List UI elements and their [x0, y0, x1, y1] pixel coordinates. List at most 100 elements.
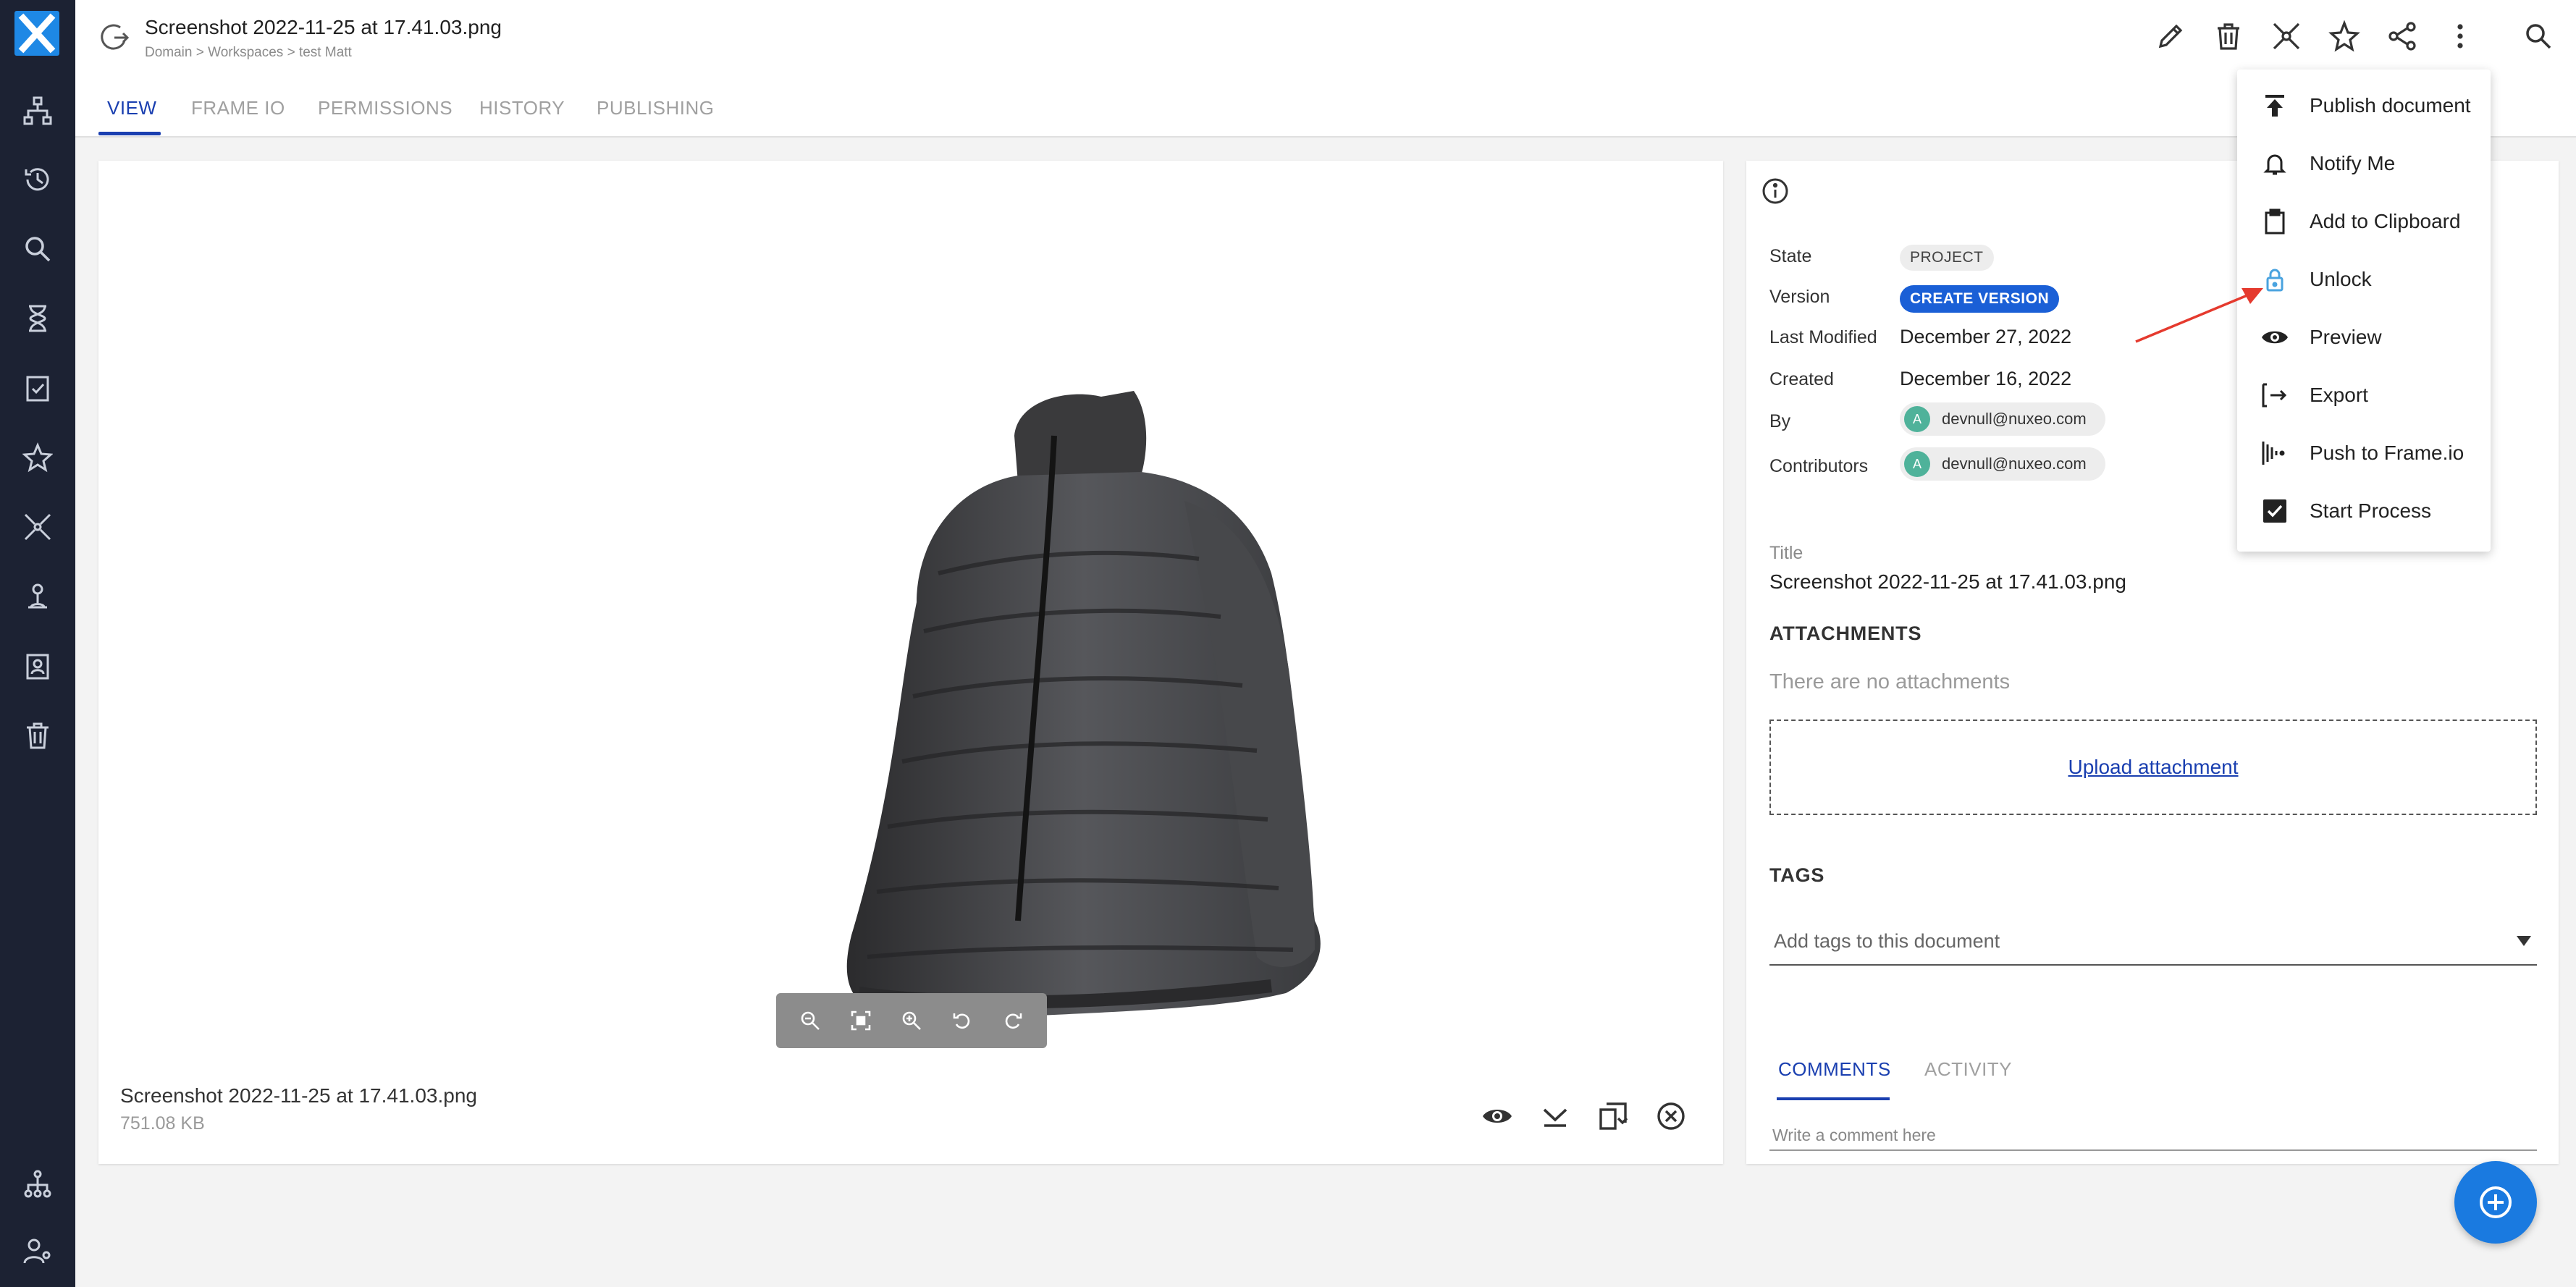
rotate-right-icon[interactable]	[996, 1003, 1030, 1038]
file-size: 751.08 KB	[120, 1113, 205, 1134]
favorite-star-icon[interactable]	[2324, 16, 2365, 56]
menu-item-label: Unlock	[2310, 268, 2372, 290]
add-circle-icon	[2480, 1186, 2512, 1218]
create-version-button[interactable]: CREATE VERSION	[1900, 285, 2060, 313]
tasks-icon[interactable]	[19, 369, 56, 407]
menu-item-export[interactable]: Export	[2237, 366, 2491, 424]
upload-attachment-link[interactable]: Upload attachment	[2068, 756, 2238, 779]
image-preview[interactable]	[678, 356, 1373, 1066]
collections-icon[interactable]	[19, 508, 56, 546]
preview-card: Screenshot 2022-11-25 at 17.41.03.png 75…	[98, 161, 1723, 1164]
contributor-chip[interactable]: A devnull@nuxeo.com	[1900, 447, 2105, 481]
add-to-collection-icon[interactable]	[2266, 16, 2307, 56]
attachments-heading: ATTACHMENTS	[1769, 623, 1922, 644]
document-header: Screenshot 2022-11-25 at 17.41.03.png Do…	[75, 0, 2576, 71]
created-value: December 16, 2022	[1900, 368, 2072, 389]
document-type-icon	[98, 22, 132, 52]
menu-item-notify-me[interactable]: Notify Me	[2237, 135, 2491, 193]
export-icon	[2260, 381, 2289, 410]
menu-item-label: Notify Me	[2310, 152, 2396, 174]
lock-icon	[2260, 265, 2289, 294]
history-icon[interactable]	[19, 161, 56, 198]
menu-item-add-to-clipboard[interactable]: Add to Clipboard	[2237, 193, 2491, 250]
contributors-label: Contributors	[1769, 456, 1869, 476]
active-tab-indicator	[98, 132, 161, 135]
created-label: Created	[1769, 369, 1834, 389]
dropdown-arrow-icon	[2517, 936, 2531, 946]
eye-icon	[2260, 323, 2289, 352]
menu-item-label: Push to Frame.io	[2310, 442, 2465, 464]
fit-screen-icon[interactable]	[843, 1003, 878, 1038]
rotate-left-icon[interactable]	[945, 1003, 980, 1038]
menu-item-publish-document[interactable]: Publish document	[2237, 77, 2491, 135]
clipboard-icon	[2260, 207, 2289, 236]
frameio-icon	[2260, 439, 2289, 468]
left-nav-rail	[0, 0, 75, 1287]
menu-item-unlock[interactable]: Unlock	[2237, 250, 2491, 308]
attachment-dropzone[interactable]: Upload attachment	[1769, 720, 2537, 815]
comment-input[interactable]: Write a comment here	[1769, 1121, 2537, 1151]
avatar: A	[1904, 451, 1930, 477]
user-settings-icon[interactable]	[19, 1232, 56, 1270]
document-tabs: VIEW FRAME IO PERMISSIONS HISTORY PUBLIS…	[75, 71, 2576, 138]
menu-item-start-process[interactable]: Start Process	[2237, 482, 2491, 540]
title-label: Title	[1769, 543, 1803, 563]
tab-frame-io[interactable]: FRAME IO	[191, 97, 285, 119]
download-icon[interactable]	[1533, 1094, 1577, 1138]
tags-heading: TAGS	[1769, 864, 1825, 886]
remove-file-icon[interactable]	[1649, 1094, 1693, 1138]
tab-activity[interactable]: ACTIVITY	[1924, 1058, 2012, 1081]
hourglass-icon[interactable]	[19, 300, 56, 337]
page-title: Screenshot 2022-11-25 at 17.41.03.png	[145, 16, 502, 38]
more-actions-menu: Publish document Notify Me Add to Clipbo…	[2237, 69, 2491, 552]
tab-comments[interactable]: COMMENTS	[1778, 1058, 1891, 1081]
tab-history[interactable]: HISTORY	[479, 97, 565, 119]
comments-tab-indicator	[1777, 1097, 1890, 1100]
version-label: Version	[1769, 287, 1830, 307]
breadcrumb[interactable]: Domain > Workspaces > test Matt	[145, 45, 352, 61]
no-attachments-text: There are no attachments	[1769, 670, 2011, 693]
tags-select[interactable]: Add tags to this document	[1769, 918, 2537, 966]
trash-icon[interactable]	[19, 717, 56, 754]
favorites-icon[interactable]	[19, 439, 56, 476]
menu-item-push-to-frame-io[interactable]: Push to Frame.io	[2237, 424, 2491, 482]
checkbox-icon	[2260, 497, 2289, 526]
delete-icon[interactable]	[2208, 16, 2249, 56]
menu-item-label: Publish document	[2310, 94, 2471, 117]
share-icon[interactable]	[2382, 16, 2423, 56]
zoom-in-icon[interactable]	[894, 1003, 929, 1038]
last-modified-label: Last Modified	[1769, 327, 1877, 347]
personal-workspace-icon[interactable]	[19, 578, 56, 615]
menu-item-label: Add to Clipboard	[2310, 210, 2461, 232]
author-chip[interactable]: A devnull@nuxeo.com	[1900, 402, 2105, 436]
state-badge: PROJECT	[1900, 245, 1994, 271]
state-label: State	[1769, 246, 1812, 266]
info-icon	[1759, 175, 1791, 207]
author-email: devnull@nuxeo.com	[1942, 410, 2087, 428]
browse-icon[interactable]	[19, 92, 56, 130]
avatar: A	[1904, 406, 1930, 432]
menu-item-label: Preview	[2310, 326, 2382, 348]
create-document-button[interactable]	[2454, 1161, 2537, 1244]
contributor-email: devnull@nuxeo.com	[1942, 455, 2087, 473]
tags-placeholder: Add tags to this document	[1774, 929, 2000, 952]
file-name: Screenshot 2022-11-25 at 17.41.03.png	[120, 1084, 477, 1107]
menu-item-preview[interactable]: Preview	[2237, 308, 2491, 366]
image-toolbar	[776, 993, 1047, 1048]
nuxeo-logo[interactable]	[14, 11, 59, 56]
title-value: Screenshot 2022-11-25 at 17.41.03.png	[1769, 570, 2126, 593]
global-search-icon[interactable]	[2518, 16, 2559, 56]
tab-view[interactable]: VIEW	[107, 97, 156, 119]
edit-icon[interactable]	[2150, 16, 2191, 56]
replace-file-icon[interactable]	[1591, 1094, 1635, 1138]
admin-hierarchy-icon[interactable]	[19, 1165, 56, 1203]
tab-permissions[interactable]: PERMISSIONS	[318, 97, 453, 119]
search-icon[interactable]	[19, 230, 56, 268]
preview-eye-icon[interactable]	[1476, 1094, 1519, 1138]
zoom-out-icon[interactable]	[793, 1003, 828, 1038]
by-label: By	[1769, 411, 1791, 431]
tab-publishing[interactable]: PUBLISHING	[597, 97, 715, 119]
last-modified-value: December 27, 2022	[1900, 326, 2072, 347]
user-card-icon[interactable]	[19, 647, 56, 685]
more-options-icon[interactable]	[2440, 16, 2480, 56]
